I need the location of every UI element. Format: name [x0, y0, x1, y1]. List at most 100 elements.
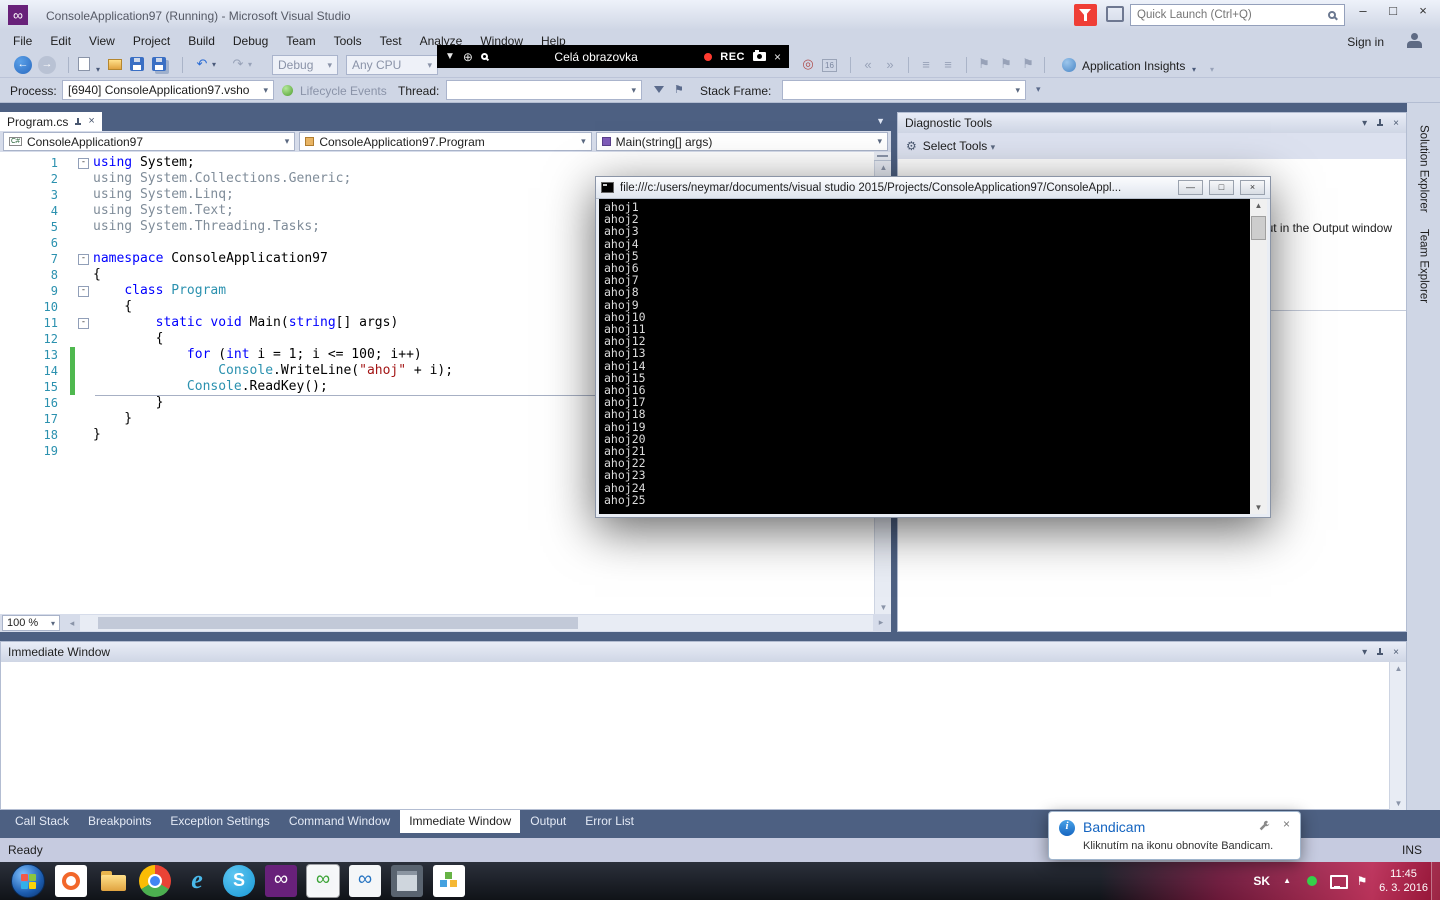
indent-increase-icon[interactable]: ≡ — [938, 54, 958, 74]
visual-studio-green-icon[interactable] — [307, 865, 339, 897]
bookmark-toggle-icon[interactable]: ⚑ — [974, 54, 994, 74]
minimize-button[interactable]: — — [1178, 180, 1203, 195]
menu-item-test[interactable]: Test — [371, 30, 411, 52]
scrollbar-thumb[interactable] — [1251, 216, 1266, 240]
window-position-icon[interactable]: ▾ — [1362, 118, 1367, 129]
navigate-back-document-icon[interactable]: « — [858, 54, 878, 74]
target-icon[interactable]: ⊕ — [463, 50, 473, 64]
immediate-window-content[interactable]: ▲ ▼ — [0, 662, 1407, 810]
quick-launch-input[interactable] — [1131, 9, 1328, 21]
explorer-folder-icon[interactable] — [97, 865, 129, 897]
save-all-icon[interactable] — [152, 57, 166, 74]
open-file-icon[interactable] — [108, 59, 122, 73]
scroll-right-icon[interactable]: ▸ — [873, 617, 889, 628]
maximize-button[interactable]: □ — [1209, 180, 1234, 195]
menu-item-tools[interactable]: Tools — [325, 30, 371, 52]
visual-studio-blue-icon[interactable] — [349, 865, 381, 897]
code-line-1[interactable]: 1using System; — [0, 155, 874, 171]
taskbar-clock[interactable]: 11:45 6. 3. 2016 — [1379, 867, 1428, 896]
bottom-tab-breakpoints[interactable]: Breakpoints — [79, 810, 160, 833]
menu-item-debug[interactable]: Debug — [224, 30, 277, 52]
bookmark-previous-icon[interactable]: ⚑ — [996, 54, 1016, 74]
application-insights-label[interactable]: Application Insights — [1082, 59, 1185, 73]
toolbar-options-icon[interactable]: ▾ — [1036, 84, 1041, 95]
scrollbar-thumb[interactable] — [98, 617, 578, 629]
zoom-dropdown[interactable]: 100 %▾ — [2, 615, 60, 631]
close-icon[interactable]: × — [1393, 118, 1399, 129]
show-threads-icon[interactable]: ◎ — [798, 54, 818, 74]
filter-threads-icon[interactable] — [654, 86, 664, 93]
process-dropdown[interactable]: [6940] ConsoleApplication97.vsho▾ — [62, 80, 274, 100]
pin-icon[interactable] — [74, 118, 82, 126]
menu-item-project[interactable]: Project — [124, 30, 179, 52]
lifecycle-events-dropdown[interactable]: Lifecycle Events — [300, 84, 387, 98]
new-file-dropdown-icon[interactable]: ▾ — [96, 61, 100, 75]
notifications-icon[interactable] — [1074, 4, 1097, 26]
solution-configuration-dropdown[interactable]: Debug▾ — [272, 55, 338, 75]
menu-item-build[interactable]: Build — [179, 30, 224, 52]
bookmark-next-icon[interactable]: ⚑ — [1018, 54, 1038, 74]
undo-icon[interactable]: ↶▾ — [192, 54, 216, 74]
indent-decrease-icon[interactable]: ≡ — [916, 54, 936, 74]
select-tools-dropdown[interactable]: Select Tools ▾ — [923, 139, 995, 153]
console-client-area[interactable]: ahoj1ahoj2ahoj3ahoj4ahoj5ahoj6ahoj7ahoj8… — [599, 199, 1267, 514]
immediate-vertical-scrollbar[interactable]: ▲ ▼ — [1389, 662, 1406, 810]
start-button[interactable] — [11, 864, 45, 898]
tab-close-icon[interactable]: × — [88, 116, 94, 127]
settings-wrench-icon[interactable] — [1259, 820, 1270, 834]
bottom-tab-immediate-window[interactable]: Immediate Window — [400, 810, 520, 833]
skype-icon[interactable] — [223, 865, 255, 897]
bandicam-tray-icon[interactable] — [1304, 873, 1320, 889]
side-tab-team-explorer[interactable]: Team Explorer — [1418, 229, 1430, 303]
close-button[interactable]: × — [1408, 0, 1438, 24]
bottom-tab-exception-settings[interactable]: Exception Settings — [161, 810, 278, 833]
side-tab-solution-explorer[interactable]: Solution Explorer — [1418, 125, 1430, 213]
scroll-left-icon[interactable]: ◂ — [64, 618, 80, 629]
close-icon[interactable]: × — [1393, 647, 1399, 658]
hidden-icons-chevron[interactable] — [1279, 873, 1295, 889]
menu-item-edit[interactable]: Edit — [41, 30, 80, 52]
minimize-button[interactable]: – — [1348, 0, 1378, 24]
solution-platform-dropdown[interactable]: Any CPU▾ — [346, 55, 438, 75]
navigate-forward-document-icon[interactable]: » — [880, 54, 900, 74]
camera-icon[interactable] — [753, 52, 766, 61]
visual-studio-purple-icon[interactable] — [265, 865, 297, 897]
stack-frame-dropdown[interactable]: ▾ — [782, 80, 1026, 100]
bottom-tab-error-list[interactable]: Error List — [576, 810, 643, 833]
thread-dropdown[interactable]: ▾ — [446, 80, 642, 100]
navigate-back-icon[interactable]: ← — [14, 56, 32, 74]
console-window[interactable]: file:///c:/users/neymar/documents/visual… — [595, 176, 1271, 518]
project-dropdown[interactable]: C# ConsoleApplication97▾ — [3, 132, 295, 151]
bandicam-popup[interactable]: i Bandicam Kliknutím na ikonu obnovíte B… — [1048, 811, 1301, 860]
sign-in-link[interactable]: Sign in — [1347, 35, 1384, 49]
console-vertical-scrollbar[interactable]: ▲ ▼ — [1250, 199, 1267, 514]
tab-program-cs[interactable]: Program.cs × — [0, 112, 102, 131]
console-title-bar[interactable]: file:///c:/users/neymar/documents/visual… — [596, 177, 1270, 199]
toolbar-options-icon[interactable]: ▾ — [1210, 61, 1214, 75]
menu-item-file[interactable]: File — [4, 30, 41, 52]
redo-icon[interactable]: ↷▾ — [228, 54, 252, 74]
show-desktop-button[interactable] — [1431, 862, 1440, 900]
language-indicator[interactable]: SK — [1253, 874, 1270, 888]
menu-item-view[interactable]: View — [80, 30, 124, 52]
send-feedback-icon[interactable] — [1106, 6, 1124, 22]
bandicam-recording-bar[interactable]: ▼ ⊕ Celá obrazovka REC × — [437, 45, 789, 68]
flag-threads-icon[interactable]: ⚑ — [674, 83, 684, 96]
menu-item-team[interactable]: Team — [277, 30, 324, 52]
close-button[interactable]: × — [1240, 180, 1265, 195]
maximize-button[interactable]: □ — [1378, 0, 1408, 24]
window-position-icon[interactable]: ▾ — [1362, 647, 1367, 658]
chrome-icon[interactable] — [139, 865, 171, 897]
navigate-forward-icon[interactable]: → — [38, 56, 56, 74]
app-window-icon[interactable] — [391, 865, 423, 897]
diagnostic-tools-title-bar[interactable]: Diagnostic Tools ▾ × — [897, 112, 1407, 133]
application-insights-dropdown-icon[interactable]: ▾ — [1192, 61, 1196, 75]
pin-icon[interactable] — [1376, 119, 1384, 127]
type-dropdown[interactable]: ConsoleApplication97.Program▾ — [299, 132, 591, 151]
display-icon[interactable] — [1329, 873, 1345, 889]
close-icon[interactable]: × — [774, 50, 781, 64]
internet-explorer-icon[interactable] — [181, 865, 213, 897]
immediate-window-title-bar[interactable]: Immediate Window ▾ × — [0, 641, 1407, 662]
photo-app-icon[interactable] — [433, 865, 465, 897]
active-files-dropdown-icon[interactable]: ▼ — [876, 116, 885, 126]
